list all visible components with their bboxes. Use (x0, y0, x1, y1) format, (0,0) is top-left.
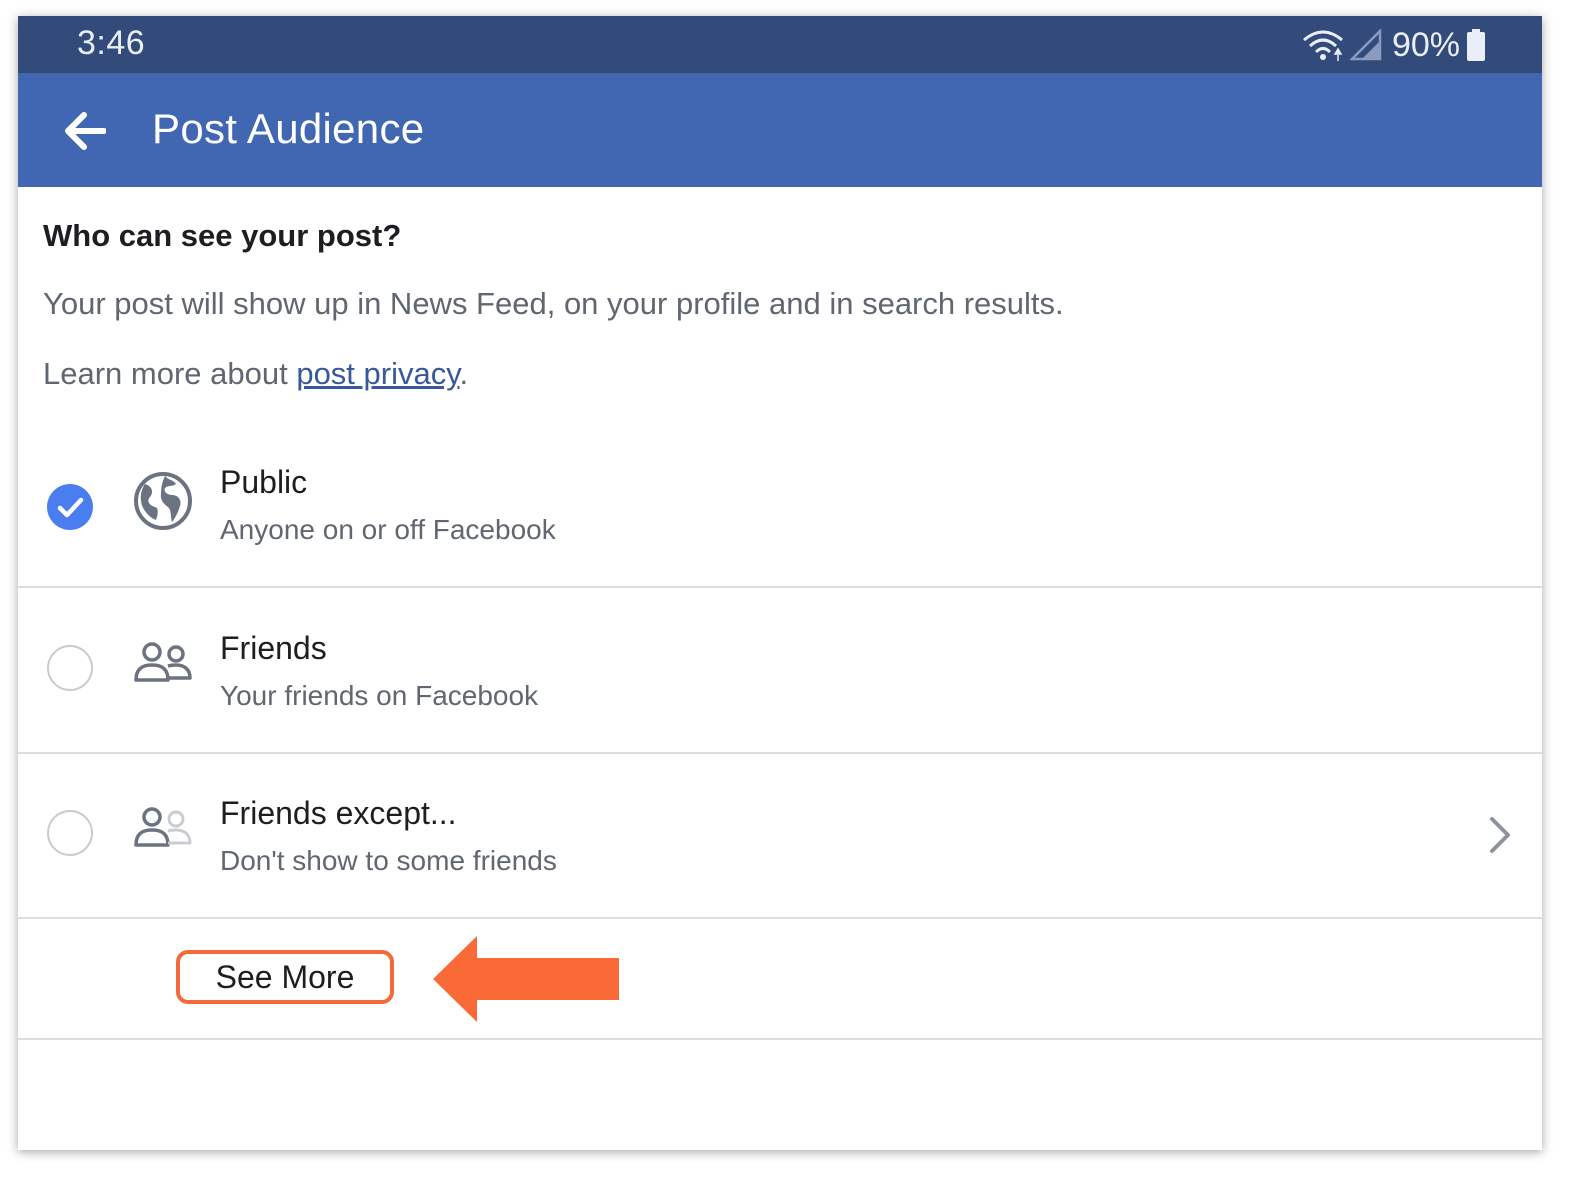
arrow-left-annotation-icon (433, 936, 619, 1022)
radio-selected[interactable] (47, 484, 93, 530)
learn-more-prefix: Learn more about (43, 356, 297, 391)
battery-percent: 90% (1391, 25, 1460, 64)
post-privacy-link[interactable]: post privacy (296, 356, 459, 391)
see-more-button[interactable]: See More (176, 950, 394, 1004)
status-indicators: 90% (1302, 24, 1486, 66)
chevron-right-icon (1490, 817, 1510, 853)
wifi-icon (1302, 30, 1343, 61)
radio-unselected[interactable] (47, 810, 93, 856)
page-title: Post Audience (152, 105, 425, 152)
option-title: Public (220, 464, 308, 500)
checkmark-icon (57, 497, 84, 518)
arrow-left-icon[interactable] (62, 111, 106, 151)
friends-icon (134, 642, 192, 682)
description-text: Your post will show up in News Feed, on … (43, 286, 1064, 321)
option-friends[interactable]: Friends Your friends on Facebook (18, 588, 1542, 754)
learn-more-text: Learn more about post privacy. (43, 356, 468, 392)
status-time: 3:46 (77, 24, 146, 62)
option-friends-except[interactable]: Friends except... Don't show to some fri… (18, 753, 1542, 919)
option-public[interactable]: Public Anyone on or off Facebook (18, 422, 1542, 588)
status-bar: 3:46 90% (18, 16, 1542, 73)
radio-unselected[interactable] (47, 645, 93, 691)
option-subtitle: Your friends on Facebook (220, 680, 539, 711)
option-title: Friends (220, 630, 327, 666)
learn-more-suffix: . (459, 356, 469, 391)
phone-screen: 3:46 90% Post Audience Who can see your … (18, 16, 1542, 1150)
signal-icon (1349, 29, 1382, 61)
battery-icon (1467, 29, 1485, 61)
see-more-row: See More (18, 916, 1542, 1040)
option-subtitle: Anyone on or off Facebook (220, 514, 556, 545)
friends-except-icon (134, 807, 192, 847)
option-subtitle: Don't show to some friends (220, 845, 557, 876)
globe-icon (134, 472, 192, 530)
section-heading: Who can see your post? (43, 218, 402, 253)
option-title: Friends except... (220, 795, 457, 831)
app-bar: Post Audience (18, 73, 1542, 187)
